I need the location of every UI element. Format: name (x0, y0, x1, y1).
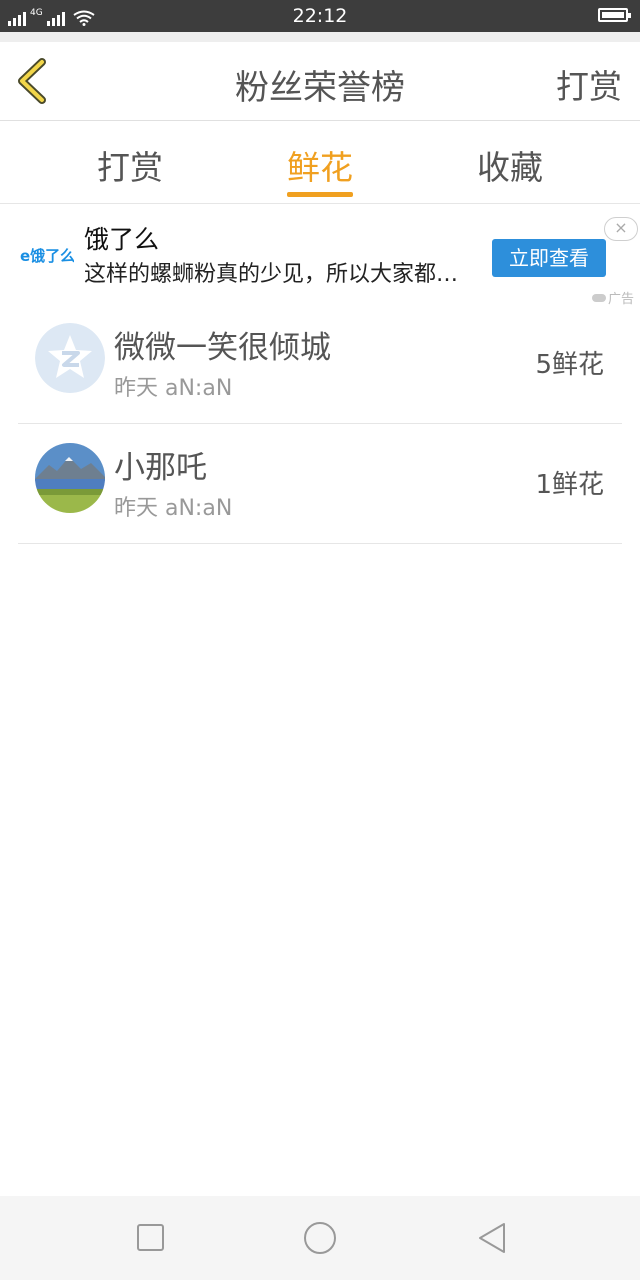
tab-bar: 打赏 鲜花 收藏 (0, 121, 640, 204)
page-title: 粉丝荣誉榜 (235, 68, 405, 108)
fan-time: 昨天 aN:aN (114, 376, 233, 401)
flower-count: 1鲜花 (535, 470, 604, 500)
recent-apps-icon[interactable] (133, 1220, 169, 1256)
svg-text:e饿了么: e饿了么 (20, 247, 74, 265)
list-item[interactable]: 微微一笑很倾城 昨天 aN:aN 5鲜花 (18, 304, 622, 424)
fan-time: 昨天 aN:aN (114, 496, 233, 521)
landscape-photo (35, 443, 105, 513)
avatar (35, 323, 105, 393)
cloud-icon (592, 293, 606, 302)
active-tab-indicator (287, 192, 353, 197)
status-time: 22:12 (292, 5, 348, 27)
view-now-button[interactable]: 立即查看 (492, 239, 606, 277)
tab-favorites[interactable]: 收藏 (440, 141, 580, 189)
ad-brand: 饿了么 (84, 225, 160, 254)
back-triangle-icon[interactable] (474, 1220, 510, 1256)
status-bar: 4G 22:12 (0, 0, 640, 32)
tab-reward[interactable]: 打赏 (60, 141, 200, 189)
system-nav-bar (0, 1196, 640, 1280)
eleme-logo: e饿了么 (20, 247, 74, 265)
avatar (35, 443, 105, 513)
home-icon[interactable] (302, 1220, 338, 1256)
battery-icon (598, 8, 631, 22)
close-icon[interactable]: × (604, 217, 638, 241)
reward-button[interactable]: 打赏 (556, 60, 622, 108)
app-header: 粉丝荣誉榜 打赏 (0, 42, 640, 121)
ad-description: 这样的螺蛳粉真的少见，所以大家都… (84, 262, 459, 287)
fan-name: 微微一笑很倾城 (114, 330, 331, 366)
fan-name: 小那吒 (114, 450, 207, 486)
header-spacer (0, 32, 640, 42)
tab-flowers[interactable]: 鲜花 (250, 141, 390, 189)
qzone-logo-icon (35, 323, 105, 393)
fan-list: 微微一笑很倾城 昨天 aN:aN 5鲜花 小那吒 昨天 aN:aN 1鲜花 (18, 304, 622, 544)
ad-banner[interactable]: e饿了么 饿了么 这样的螺蛳粉真的少见，所以大家都… 立即查看 × 广告 (0, 204, 640, 307)
flower-count: 5鲜花 (535, 350, 604, 380)
list-item[interactable]: 小那吒 昨天 aN:aN 1鲜花 (18, 424, 622, 544)
